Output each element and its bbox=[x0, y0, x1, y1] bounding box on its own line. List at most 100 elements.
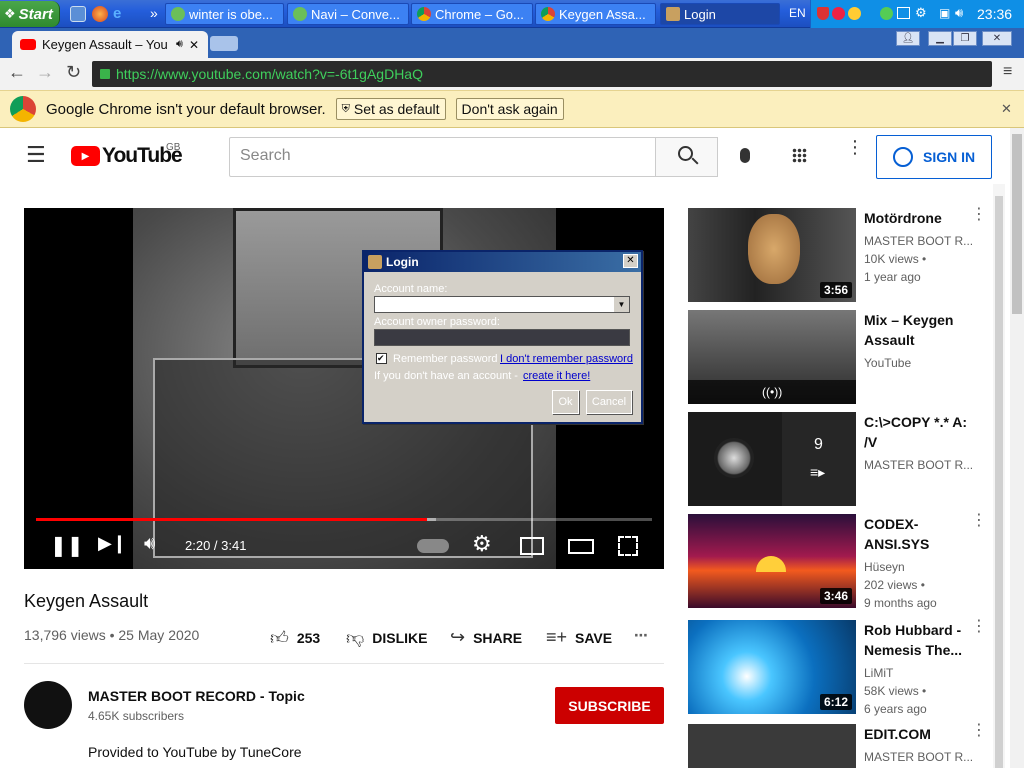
window-scrollbar-thumb[interactable] bbox=[1012, 134, 1022, 314]
messenger-icon[interactable] bbox=[848, 7, 861, 20]
rec-channel: MASTER BOOT R... bbox=[864, 234, 974, 248]
channel-name[interactable]: MASTER BOOT RECORD - Topic bbox=[88, 688, 305, 704]
taskbar-item-winter[interactable]: winter is obe... bbox=[165, 3, 284, 25]
rec-title[interactable]: Motördrone bbox=[864, 208, 968, 228]
video-thumbnail[interactable]: 3:56 bbox=[688, 208, 856, 302]
password-field[interactable] bbox=[374, 329, 630, 346]
settings-gear-icon[interactable]: ⚙ bbox=[472, 531, 492, 557]
forward-icon[interactable]: → bbox=[36, 62, 54, 83]
like-button[interactable]: 👍︎ 253 bbox=[270, 627, 320, 649]
network-icon[interactable] bbox=[880, 7, 893, 20]
microphone-icon[interactable] bbox=[740, 148, 750, 163]
pause-icon[interactable]: ❚❚ bbox=[50, 533, 84, 558]
cancel-button[interactable]: Cancel bbox=[586, 390, 632, 414]
tab-keygen-assault[interactable]: Keygen Assault – You 🔊︎ ✕ bbox=[12, 31, 208, 58]
recommendation-item[interactable]: ((•)) Mix – Keygen Assault YouTube bbox=[688, 310, 988, 406]
show-desktop-icon[interactable] bbox=[70, 6, 86, 22]
video-thumbnail[interactable] bbox=[688, 724, 856, 768]
window-scrollbar[interactable] bbox=[1010, 128, 1024, 768]
volume-icon[interactable]: 🔊︎ bbox=[955, 5, 963, 21]
system-tray: EN ⚙ ▣ 🔊︎ 23:36 bbox=[789, 0, 1024, 28]
ok-button[interactable]: Ok bbox=[552, 390, 579, 414]
search-button[interactable] bbox=[655, 137, 718, 177]
taskbar-item-login[interactable]: Login bbox=[660, 3, 780, 25]
rec-menu-icon[interactable]: ⋮ bbox=[971, 207, 987, 223]
back-icon[interactable]: ← bbox=[8, 62, 26, 83]
miniplayer-icon[interactable] bbox=[520, 537, 544, 555]
shield-icon[interactable] bbox=[817, 7, 829, 20]
reload-icon[interactable]: ↻ bbox=[66, 62, 81, 83]
minimize-button[interactable]: ▁ bbox=[928, 31, 952, 46]
page-scrollbar-thumb[interactable] bbox=[995, 196, 1003, 768]
page-scrollbar[interactable] bbox=[993, 184, 1005, 768]
more-actions-icon[interactable]: ⋯ bbox=[634, 627, 648, 644]
video-thumbnail[interactable]: 3:46 bbox=[688, 514, 856, 608]
close-infobar-icon[interactable]: ✕ bbox=[1001, 101, 1012, 117]
firefox-icon[interactable] bbox=[92, 6, 108, 22]
safely-remove-icon[interactable]: ▣ bbox=[939, 6, 950, 20]
rec-title[interactable]: Rob Hubbard - Nemesis The... bbox=[864, 620, 968, 660]
taskbar-item-navi[interactable]: Navi – Conve... bbox=[287, 3, 409, 25]
search-input[interactable]: Search bbox=[229, 137, 656, 177]
rec-menu-icon[interactable]: ⋮ bbox=[971, 723, 987, 739]
mix-thumbnail[interactable]: ((•)) bbox=[688, 310, 856, 404]
language-indicator[interactable]: EN bbox=[789, 6, 806, 20]
next-icon[interactable]: ▶❙ bbox=[98, 533, 127, 554]
account-name-combo[interactable]: ▼ bbox=[374, 296, 630, 313]
rec-title[interactable]: CODEX-ANSI.SYS bbox=[864, 514, 968, 554]
taskbar-item-keygen[interactable]: Keygen Assa... bbox=[535, 3, 656, 25]
close-window-button[interactable]: ✕ bbox=[982, 31, 1012, 46]
user-profile-button[interactable]: 👤︎ bbox=[896, 31, 920, 46]
recommendation-item[interactable]: 6:12 Rob Hubbard - Nemesis The... LiMiT … bbox=[688, 619, 988, 716]
thumbs-down-icon: 👎︎ bbox=[346, 628, 365, 648]
forgot-password-link[interactable]: I don't remember password bbox=[500, 353, 633, 365]
taskbar-item-chrome[interactable]: Chrome – Go... bbox=[411, 3, 533, 25]
hamburger-menu-icon[interactable]: ☰ bbox=[26, 142, 46, 168]
sign-in-button[interactable]: SIGN IN bbox=[876, 135, 992, 179]
volume-icon[interactable]: 🔊︎ bbox=[144, 533, 155, 554]
address-bar[interactable]: https://www.youtube.com/watch?v=-6t1gAgD… bbox=[92, 61, 992, 87]
rec-menu-icon[interactable]: ⋮ bbox=[971, 619, 987, 635]
security-icon[interactable] bbox=[832, 7, 845, 20]
audio-playing-icon[interactable]: 🔊︎ bbox=[176, 38, 183, 51]
ie-icon[interactable]: e bbox=[113, 6, 129, 22]
create-account-link[interactable]: create it here! bbox=[523, 370, 590, 382]
theater-mode-icon[interactable] bbox=[568, 539, 594, 554]
chevron-more-icon[interactable]: » bbox=[150, 5, 158, 21]
autoplay-toggle[interactable] bbox=[417, 539, 449, 553]
progress-bar[interactable] bbox=[36, 518, 652, 521]
recommendation-item[interactable]: 3:46 CODEX-ANSI.SYS Hüseyn 202 views • 9… bbox=[688, 513, 988, 610]
settings-kebab-icon[interactable]: ⋮ bbox=[846, 138, 864, 156]
dont-ask-again-button[interactable]: Don't ask again bbox=[455, 98, 564, 120]
close-tab-icon[interactable]: ✕ bbox=[189, 38, 199, 52]
rec-title[interactable]: Mix – Keygen Assault bbox=[864, 310, 968, 350]
apps-grid-icon[interactable] bbox=[792, 148, 807, 163]
restore-button[interactable]: ❐ bbox=[953, 31, 977, 46]
gear-icon[interactable]: ⚙ bbox=[915, 5, 927, 21]
recommendation-item[interactable]: 3:56 Motördrone MASTER BOOT R... 10K vie… bbox=[688, 207, 988, 304]
rec-title[interactable]: EDIT.COM bbox=[864, 724, 968, 744]
windows-logo-icon: ❖ bbox=[4, 6, 16, 21]
save-button[interactable]: ≡+ SAVE bbox=[546, 627, 612, 648]
fullscreen-icon[interactable] bbox=[618, 536, 638, 556]
share-button[interactable]: ↪ SHARE bbox=[450, 627, 522, 648]
set-default-button[interactable]: ⛨ Set as default bbox=[335, 98, 446, 120]
subscribe-button[interactable]: SUBSCRIBE bbox=[555, 687, 664, 724]
recommendation-item[interactable]: EDIT.COM MASTER BOOT R... ⋮ bbox=[688, 723, 988, 768]
dislike-button[interactable]: 👎︎ DISLIKE bbox=[346, 627, 428, 649]
dropdown-arrow-icon[interactable]: ▼ bbox=[614, 297, 629, 312]
menu-icon[interactable]: ≡ bbox=[1003, 63, 1012, 81]
video-thumbnail[interactable]: 6:12 bbox=[688, 620, 856, 714]
playlist-thumbnail[interactable]: 9 ≡▸ bbox=[688, 412, 856, 506]
recommendation-item[interactable]: 9 ≡▸ C:\>COPY *.* A: /V MASTER BOOT R... bbox=[688, 412, 988, 508]
new-tab-button[interactable] bbox=[210, 36, 238, 51]
display-icon[interactable] bbox=[897, 7, 910, 19]
remember-checkbox[interactable]: ✔ bbox=[376, 353, 387, 364]
rec-menu-icon[interactable]: ⋮ bbox=[971, 513, 987, 529]
close-dialog-button[interactable]: ✕ bbox=[623, 254, 638, 268]
clock[interactable]: 23:36 bbox=[977, 6, 1012, 22]
start-button[interactable]: ❖ Start bbox=[0, 1, 60, 27]
channel-avatar[interactable] bbox=[24, 681, 72, 729]
rec-title[interactable]: C:\>COPY *.* A: /V bbox=[864, 412, 968, 452]
url-text[interactable]: https://www.youtube.com/watch?v=-6t1gAgD… bbox=[116, 66, 423, 82]
